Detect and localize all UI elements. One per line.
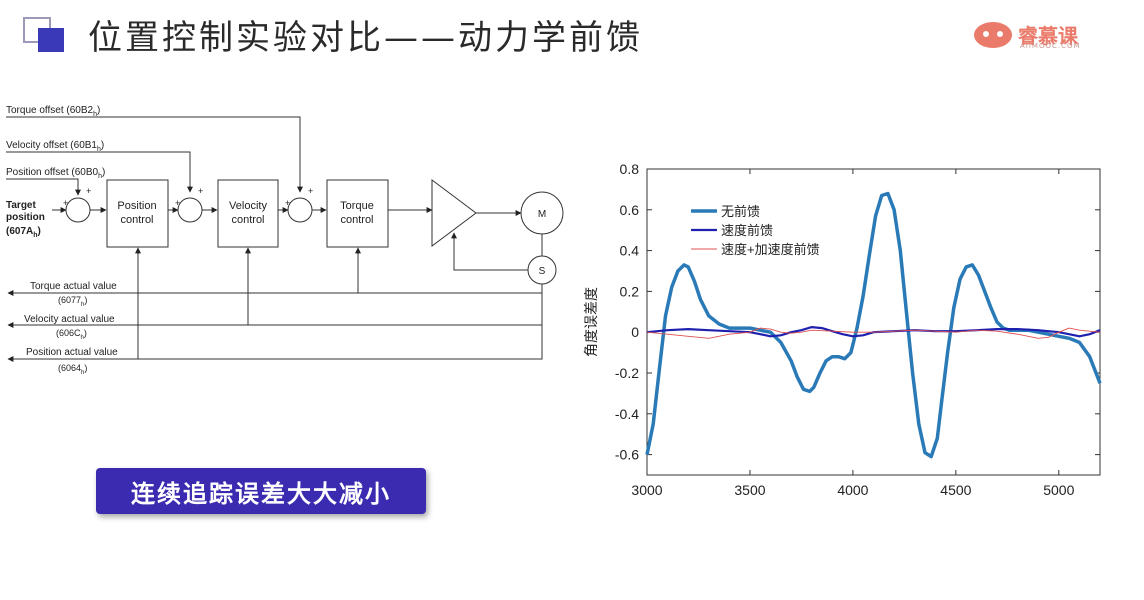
velocity-control-label-2: control bbox=[231, 214, 264, 226]
sum2-plus-b: + bbox=[198, 186, 203, 196]
velocity-actual-code: (606Ch) bbox=[56, 328, 87, 341]
y-tick-label: 0.6 bbox=[620, 202, 640, 218]
target-label-3: (607Ah) bbox=[6, 226, 41, 239]
brand-subtitle: AIIMOOC.COM bbox=[1020, 42, 1081, 50]
error-line-chart: 3000 3500 4000 4500 5000 0.8 0.6 0.4 0.2 0 -0.2 -0.… bbox=[583, 161, 1102, 498]
velocity-offset-label: Velocity offset (60B1h) bbox=[6, 140, 104, 153]
sum1-plus-a: + bbox=[63, 198, 68, 208]
legend-label-1: 速度前馈 bbox=[721, 223, 773, 238]
y-tick-label: 0 bbox=[631, 324, 639, 340]
y-tick-label: -0.6 bbox=[615, 447, 639, 463]
y-tick-label: -0.2 bbox=[615, 365, 639, 381]
position-actual-code: (6064h) bbox=[58, 363, 87, 376]
target-label-2: position bbox=[6, 212, 45, 223]
control-block-diagram: Torque offset (60B2h) Velocity offset (6… bbox=[6, 105, 564, 376]
velocity-actual-label: Velocity actual value bbox=[24, 314, 115, 325]
x-tick-label: 3500 bbox=[734, 482, 765, 498]
motor-label: M bbox=[538, 209, 546, 220]
velocity-control-label-1: Velocity bbox=[229, 200, 267, 212]
y-tick-label: 0.2 bbox=[620, 283, 640, 299]
y-tick-label: -0.4 bbox=[615, 406, 639, 422]
callout-text: 连续追踪误差大大减小 bbox=[131, 478, 391, 508]
position-control-label-2: control bbox=[120, 214, 153, 226]
x-tick-label: 5000 bbox=[1043, 482, 1074, 498]
position-offset-label: Position offset (60B0h) bbox=[6, 167, 105, 180]
torque-actual-label: Torque actual value bbox=[30, 281, 117, 292]
page-title: 位置控制实验对比——动力学前馈 bbox=[88, 18, 643, 58]
x-tick-label: 4000 bbox=[837, 482, 868, 498]
sensor-label: S bbox=[539, 266, 546, 277]
sum1-plus-b: + bbox=[86, 186, 91, 196]
torque-control-label-1: Torque bbox=[340, 200, 374, 212]
y-tick-label: 0.4 bbox=[620, 243, 640, 259]
y-axis-label: 角度误差度 bbox=[583, 287, 599, 357]
brand-logo-icon bbox=[974, 22, 1012, 48]
x-tick-label: 3000 bbox=[631, 482, 662, 498]
position-control-label-1: Position bbox=[117, 200, 156, 212]
torque-offset-label: Torque offset (60B2h) bbox=[6, 105, 100, 118]
slide-corner-icon bbox=[23, 17, 64, 52]
target-label-1: Target bbox=[6, 200, 36, 211]
legend-label-2: 速度+加速度前馈 bbox=[721, 242, 820, 257]
x-tick-label: 4500 bbox=[940, 482, 971, 498]
sum3-plus-a: + bbox=[285, 198, 290, 208]
y-tick-label: 0.8 bbox=[620, 161, 640, 177]
sum3-plus-b: + bbox=[308, 186, 313, 196]
position-actual-label: Position actual value bbox=[26, 347, 118, 358]
sum2-plus-a: + bbox=[175, 198, 180, 208]
callout-box: 连续追踪误差大大减小 bbox=[96, 468, 426, 514]
legend-label-0: 无前馈 bbox=[721, 204, 760, 219]
torque-control-label-2: control bbox=[340, 214, 373, 226]
torque-actual-code: (6077h) bbox=[58, 295, 87, 308]
